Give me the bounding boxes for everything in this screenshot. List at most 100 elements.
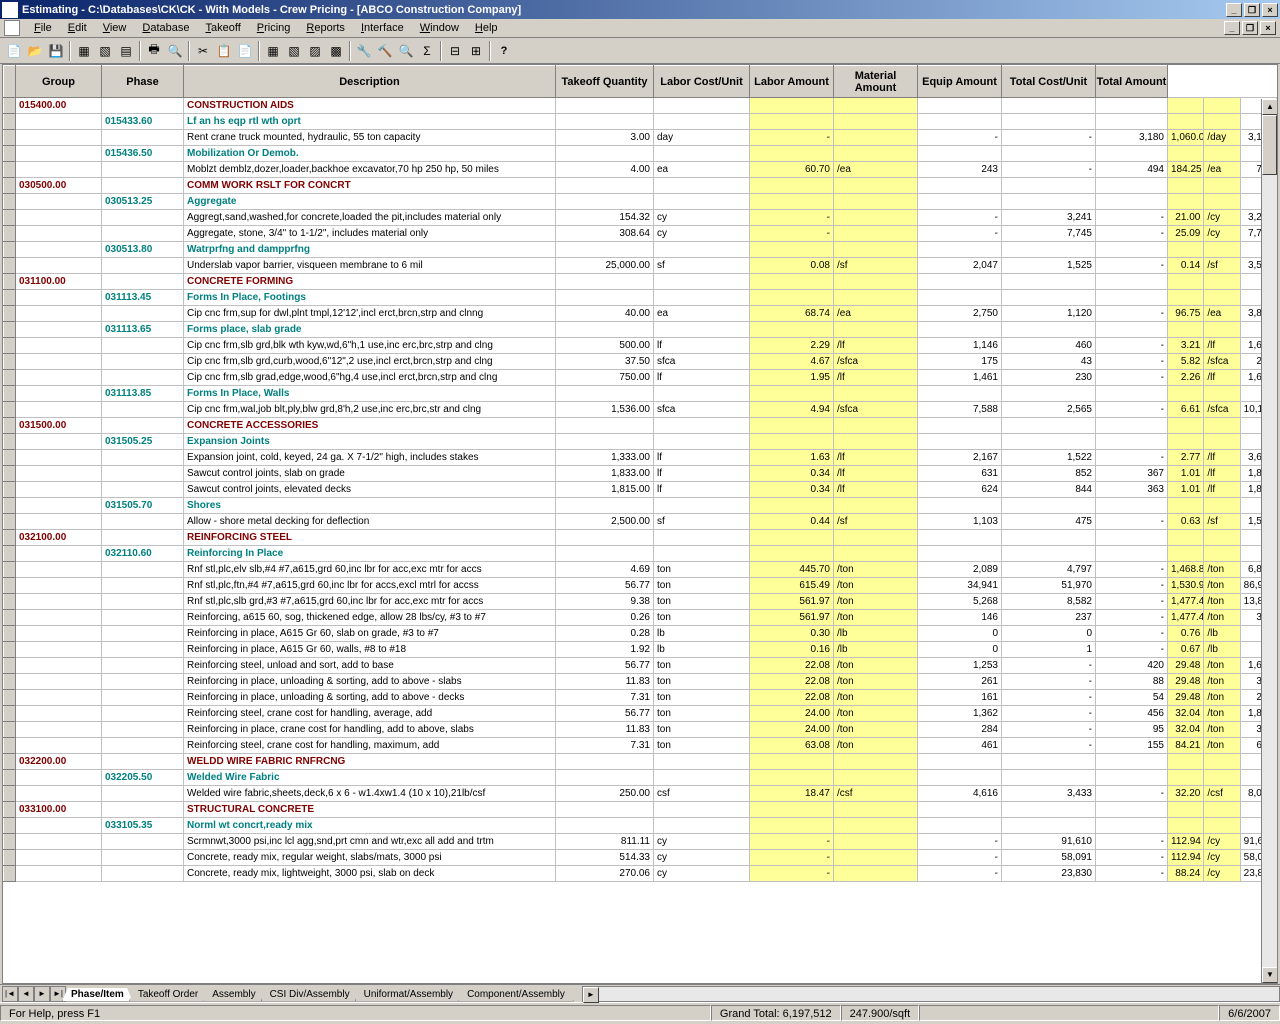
row-selector[interactable] [4, 338, 16, 354]
table-row[interactable]: Concrete, ready mix, regular weight, sla… [4, 850, 1277, 866]
row-selector[interactable] [4, 546, 16, 562]
row-selector[interactable] [4, 562, 16, 578]
sheet-tab[interactable]: Phase/Item [62, 988, 133, 1002]
row-selector[interactable] [4, 178, 16, 194]
row-selector[interactable] [4, 722, 16, 738]
sheet-tab[interactable]: CSI Div/Assembly [261, 988, 359, 1002]
row-selector[interactable] [4, 242, 16, 258]
new-button[interactable]: 📄 [4, 41, 24, 61]
row-selector[interactable] [4, 210, 16, 226]
row-selector[interactable] [4, 594, 16, 610]
open-button[interactable]: 📂 [25, 41, 45, 61]
table-row[interactable]: 032205.50Welded Wire Fabric [4, 770, 1277, 786]
tool-button[interactable]: ▦ [74, 41, 94, 61]
menu-interface[interactable]: Interface [353, 20, 412, 36]
tool-button[interactable]: 🔨 [375, 41, 395, 61]
table-row[interactable]: 031113.65Forms place, slab grade [4, 322, 1277, 338]
table-row[interactable]: Reinforcing in place, unloading & sortin… [4, 674, 1277, 690]
menu-window[interactable]: Window [412, 20, 467, 36]
tool-button[interactable]: ▨ [305, 41, 325, 61]
mdi-close-button[interactable]: × [1260, 21, 1276, 35]
tool-button[interactable]: 🔧 [354, 41, 374, 61]
row-selector[interactable] [4, 402, 16, 418]
column-header-total-cost-unit[interactable]: Total Cost/Unit [1002, 66, 1096, 98]
row-selector-header[interactable] [4, 66, 16, 98]
row-selector[interactable] [4, 802, 16, 818]
table-row[interactable]: 015433.60Lf an hs eqp rtl wth oprt [4, 114, 1277, 130]
scroll-right-button[interactable]: ► [583, 987, 599, 1003]
row-selector[interactable] [4, 146, 16, 162]
tool-button[interactable]: ▩ [326, 41, 346, 61]
spreadsheet-grid[interactable]: Group Phase Description Takeoff Quantity… [2, 64, 1278, 984]
sheet-tab[interactable]: Uniformat/Assembly [355, 988, 462, 1002]
table-row[interactable]: 032200.00WELDD WIRE FABRIC RNFRCNG [4, 754, 1277, 770]
table-row[interactable]: Allow - shore metal decking for deflecti… [4, 514, 1277, 530]
table-row[interactable]: 032110.60Reinforcing In Place [4, 546, 1277, 562]
column-header-labor-cost-unit[interactable]: Labor Cost/Unit [654, 66, 750, 98]
tab-next-button[interactable]: ► [34, 986, 50, 1002]
tool-button[interactable]: ▧ [284, 41, 304, 61]
tool-button[interactable]: ⊞ [466, 41, 486, 61]
table-row[interactable]: Reinforcing steel, unload and sort, add … [4, 658, 1277, 674]
row-selector[interactable] [4, 690, 16, 706]
zoom-button[interactable]: 🔍 [396, 41, 416, 61]
tool-button[interactable]: ▧ [95, 41, 115, 61]
row-selector[interactable] [4, 514, 16, 530]
table-row[interactable]: Cip cnc frm,sup for dwl,plnt tmpl,12'12'… [4, 306, 1277, 322]
row-selector[interactable] [4, 322, 16, 338]
table-row[interactable]: Rent crane truck mounted, hydraulic, 55 … [4, 130, 1277, 146]
table-row[interactable]: Rnf stl,plc,slb grd,#3 #7,a615,grd 60,in… [4, 594, 1277, 610]
menu-reports[interactable]: Reports [298, 20, 353, 36]
menu-pricing[interactable]: Pricing [249, 20, 299, 36]
table-row[interactable]: 015400.00CONSTRUCTION AIDS [4, 98, 1277, 114]
minimize-button[interactable]: _ [1226, 3, 1242, 17]
scroll-up-button[interactable]: ▲ [1262, 99, 1278, 115]
table-row[interactable]: Sawcut control joints, elevated decks1,8… [4, 482, 1277, 498]
column-header-labor-amount[interactable]: Labor Amount [750, 66, 834, 98]
table-row[interactable]: Expansion joint, cold, keyed, 24 ga. X 7… [4, 450, 1277, 466]
row-selector[interactable] [4, 434, 16, 450]
row-selector[interactable] [4, 162, 16, 178]
column-header-phase[interactable]: Phase [102, 66, 184, 98]
table-row[interactable]: Cip cnc frm,slb grd,curb,wood,6"12",2 us… [4, 354, 1277, 370]
row-selector[interactable] [4, 258, 16, 274]
menu-help[interactable]: Help [467, 20, 506, 36]
table-row[interactable]: Sawcut control joints, slab on grade1,83… [4, 466, 1277, 482]
row-selector[interactable] [4, 306, 16, 322]
row-selector[interactable] [4, 386, 16, 402]
row-selector[interactable] [4, 834, 16, 850]
close-button[interactable]: × [1262, 3, 1278, 17]
column-header-group[interactable]: Group [16, 66, 102, 98]
tool-button[interactable]: ▦ [263, 41, 283, 61]
tab-prev-button[interactable]: ◄ [18, 986, 34, 1002]
row-selector[interactable] [4, 290, 16, 306]
table-row[interactable]: 033100.00STRUCTURAL CONCRETE [4, 802, 1277, 818]
row-selector[interactable] [4, 706, 16, 722]
mdi-minimize-button[interactable]: _ [1224, 21, 1240, 35]
table-row[interactable]: Rnf stl,plc,elv slb,#4 #7,a615,grd 60,in… [4, 562, 1277, 578]
row-selector[interactable] [4, 770, 16, 786]
tab-first-button[interactable]: |◄ [2, 986, 18, 1002]
table-row[interactable]: 031500.00CONCRETE ACCESSORIES [4, 418, 1277, 434]
table-row[interactable]: Reinforcing steel, crane cost for handli… [4, 738, 1277, 754]
table-row[interactable]: Reinforcing, a615 60, sog, thickened edg… [4, 610, 1277, 626]
table-row[interactable]: 030513.25Aggregate [4, 194, 1277, 210]
table-row[interactable]: Reinforcing steel, crane cost for handli… [4, 706, 1277, 722]
row-selector[interactable] [4, 354, 16, 370]
column-header-description[interactable]: Description [184, 66, 556, 98]
table-row[interactable]: Reinforcing in place, A615 Gr 60, walls,… [4, 642, 1277, 658]
table-row[interactable]: Reinforcing in place, crane cost for han… [4, 722, 1277, 738]
menu-database[interactable]: Database [134, 20, 197, 36]
row-selector[interactable] [4, 658, 16, 674]
row-selector[interactable] [4, 482, 16, 498]
row-selector[interactable] [4, 642, 16, 658]
print-button[interactable]: 🖶 [144, 41, 164, 61]
horizontal-scrollbar[interactable]: ◄ ► [582, 986, 1280, 1002]
save-button[interactable]: 💾 [46, 41, 66, 61]
table-row[interactable]: Cip cnc frm,wal,job blt,ply,blw grd,8'h,… [4, 402, 1277, 418]
row-selector[interactable] [4, 466, 16, 482]
help-button[interactable]: ? [494, 41, 514, 61]
scroll-down-button[interactable]: ▼ [1262, 967, 1278, 983]
table-row[interactable]: Cip cnc frm,slb grad,edge,wood,6"hg,4 us… [4, 370, 1277, 386]
row-selector[interactable] [4, 194, 16, 210]
